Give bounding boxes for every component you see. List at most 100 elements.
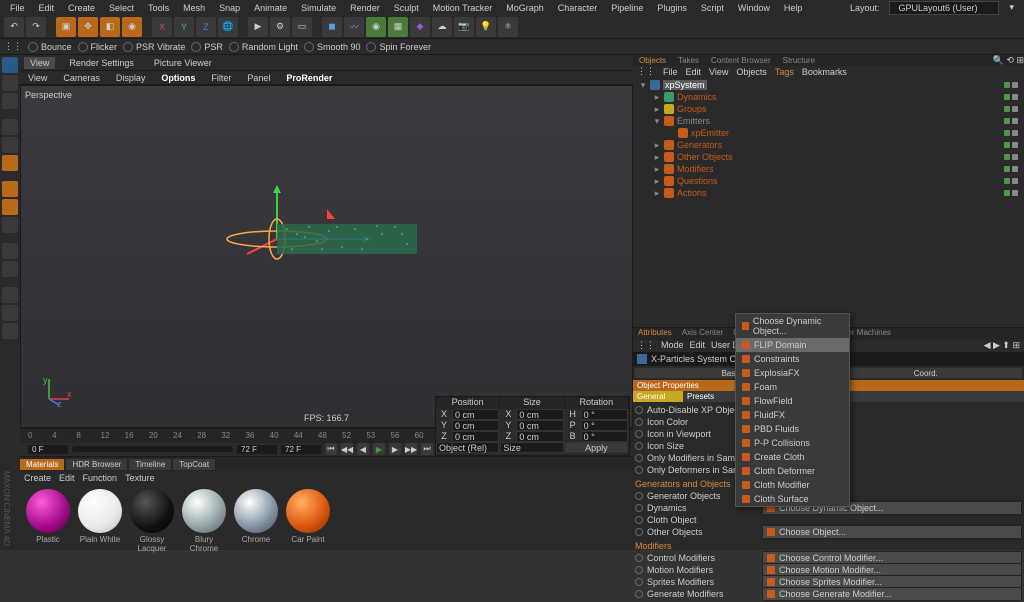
scale-tool[interactable]: ◧ [100, 17, 120, 37]
play-button[interactable]: ▶ [373, 443, 385, 455]
coord-object-dd[interactable]: Object (Rel) [436, 442, 499, 453]
dynamics-context-menu[interactable]: Choose Dynamic Object...FLIP DomainConst… [735, 313, 850, 507]
om-edit[interactable]: Edit [686, 67, 702, 77]
vm-cameras[interactable]: Cameras [59, 72, 104, 84]
snap-icon[interactable] [2, 287, 18, 303]
ctx-cloth-modifier[interactable]: Cloth Modifier [736, 478, 849, 492]
material-glossy-lacquer[interactable]: Glossy Lacquer [128, 489, 176, 553]
generator-button[interactable]: ▦ [388, 17, 408, 37]
axis-x-toggle[interactable]: X [152, 17, 172, 37]
menu-snap[interactable]: Snap [213, 1, 246, 15]
am-mode[interactable]: Mode [661, 340, 684, 352]
atab-attributes[interactable]: Attributes [633, 328, 677, 340]
vm-prorender[interactable]: ProRender [282, 72, 336, 84]
prev-frame-button[interactable]: ◀ [357, 443, 369, 455]
go-end-button[interactable]: ⏭ [421, 443, 433, 455]
axis-y-toggle[interactable]: Y [174, 17, 194, 37]
xp-system-button[interactable]: ⚛ [498, 17, 518, 37]
axis-mode-icon[interactable] [2, 181, 18, 197]
next-frame-button[interactable]: ▶ [389, 443, 401, 455]
object-tree[interactable]: ▾xpSystem▸Dynamics▸Groups▾EmittersxpEmit… [633, 77, 1024, 327]
viewport-solo-icon[interactable] [2, 261, 18, 277]
go-start-button[interactable]: ⏮ [325, 443, 337, 455]
viewport[interactable]: Perspective FPS: 166.7 Grid Spacing : 10… [20, 85, 633, 428]
tab-render-settings[interactable]: Render Settings [63, 57, 140, 69]
attr-coord[interactable]: Coord. [830, 368, 1023, 378]
tree-xpemitter[interactable]: xpEmitter [635, 127, 1022, 139]
ctx-foam[interactable]: Foam [736, 380, 849, 394]
point-mode-icon[interactable] [2, 119, 18, 135]
texture-mode-icon[interactable] [2, 75, 18, 91]
ctx-cloth-deformer[interactable]: Cloth Deformer [736, 464, 849, 478]
tree-actions[interactable]: ▸Actions [635, 187, 1022, 199]
om-tags[interactable]: Tags [775, 67, 794, 77]
tab-picture-viewer[interactable]: Picture Viewer [148, 57, 218, 69]
menu-tools[interactable]: Tools [142, 1, 175, 15]
workplane2-icon[interactable] [2, 305, 18, 321]
tree-groups[interactable]: ▸Groups [635, 103, 1022, 115]
tree-generators[interactable]: ▸Generators [635, 139, 1022, 151]
plug-flicker[interactable]: Flicker [78, 42, 118, 52]
ctx-constraints[interactable]: Constraints [736, 352, 849, 366]
menu-edit[interactable]: Edit [33, 1, 61, 15]
select-tool[interactable]: ▣ [56, 17, 76, 37]
ctx-fluidfx[interactable]: FluidFX [736, 408, 849, 422]
model-mode-icon[interactable] [2, 57, 18, 73]
plug-smooth90[interactable]: Smooth 90 [304, 42, 361, 52]
ctx-cloth-surface[interactable]: Cloth Surface [736, 492, 849, 506]
mat-create[interactable]: Create [24, 473, 51, 483]
menu-plugins[interactable]: Plugins [651, 1, 693, 15]
menu-script[interactable]: Script [695, 1, 730, 15]
uv-poly-icon[interactable] [2, 199, 18, 215]
ctx-p-p-collisions[interactable]: P-P Collisions [736, 436, 849, 450]
redo-button[interactable]: ↷ [26, 17, 46, 37]
render-settings-button[interactable]: ⚙ [270, 17, 290, 37]
om-search-icon[interactable]: 🔍 ⟲ ⊞ [993, 55, 1024, 66]
ctx-flowfield[interactable]: FlowField [736, 394, 849, 408]
layout-dropdown[interactable]: GPULayout6 (User) [889, 1, 999, 15]
tree-xpsystem[interactable]: ▾xpSystem [635, 79, 1022, 91]
attr-section-general[interactable]: General [633, 391, 683, 402]
om-view[interactable]: View [709, 67, 728, 77]
material-plain-white[interactable]: Plain White [76, 489, 124, 553]
uv-point-icon[interactable] [2, 217, 18, 233]
menu-file[interactable]: File [4, 1, 31, 15]
menu-simulate[interactable]: Simulate [295, 1, 342, 15]
menu-character[interactable]: Character [552, 1, 604, 15]
om-bookmarks[interactable]: Bookmarks [802, 67, 847, 77]
menu-animate[interactable]: Animate [248, 1, 293, 15]
axis-z-toggle[interactable]: Z [196, 17, 216, 37]
tab-view[interactable]: View [24, 57, 55, 69]
menu-sculpt[interactable]: Sculpt [388, 1, 425, 15]
vm-view[interactable]: View [24, 72, 51, 84]
tree-emitters[interactable]: ▾Emitters [635, 115, 1022, 127]
undo-button[interactable]: ↶ [4, 17, 24, 37]
poly-mode-icon[interactable] [2, 155, 18, 171]
spline-button[interactable]: 〰 [344, 17, 364, 37]
tree-modifiers[interactable]: ▸Modifiers [635, 163, 1022, 175]
menu-pipeline[interactable]: Pipeline [605, 1, 649, 15]
tab-topcoat[interactable]: TopCoat [173, 459, 215, 470]
tree-questions[interactable]: ▸Questions [635, 175, 1022, 187]
plug-psr-vibrate[interactable]: PSR Vibrate [123, 42, 185, 52]
rtab-takes[interactable]: Takes [672, 55, 705, 66]
material-blury-chrome[interactable]: Blury Chrome [180, 489, 228, 553]
other-objects-dropdown[interactable]: Choose Object... [762, 525, 1022, 539]
plug-psr[interactable]: PSR [191, 42, 223, 52]
mat-edit[interactable]: Edit [59, 473, 75, 483]
material-plastic[interactable]: Plastic [24, 489, 72, 553]
edge-mode-icon[interactable] [2, 137, 18, 153]
menu-help[interactable]: Help [778, 1, 809, 15]
environment-button[interactable]: ☁ [432, 17, 452, 37]
ctx-explosiafx[interactable]: ExplosiaFX [736, 366, 849, 380]
tree-dynamics[interactable]: ▸Dynamics [635, 91, 1022, 103]
vm-options[interactable]: Options [157, 72, 199, 84]
layout-chevron-icon[interactable]: ▾ [1003, 0, 1020, 15]
menu-mograph[interactable]: MoGraph [500, 1, 550, 15]
ctx-pbd-fluids[interactable]: PBD Fluids [736, 422, 849, 436]
menu-mesh[interactable]: Mesh [177, 1, 211, 15]
end-frame-field[interactable]: 72 F [281, 445, 321, 454]
generate-mod-dropdown[interactable]: Choose Generate Modifier... [762, 587, 1022, 601]
cube-primitive-button[interactable]: ◼ [322, 17, 342, 37]
am-edit[interactable]: Edit [690, 340, 706, 352]
